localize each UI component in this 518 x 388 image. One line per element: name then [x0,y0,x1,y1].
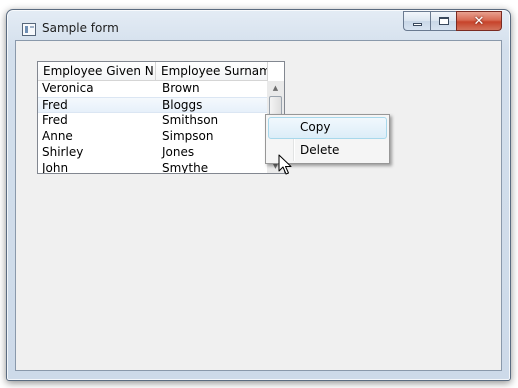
surname-cell[interactable]: Bloggs [156,98,268,112]
surname-cell[interactable]: Jones [156,145,268,161]
maximize-button[interactable] [430,11,456,31]
app-window: Sample form ✕ Employee Given N... Employ… [6,9,511,381]
form-client-area: Employee Given N... Employee Surname Ver… [15,40,502,371]
column-header-given-name[interactable]: Employee Given N... [38,62,156,81]
title-bar[interactable]: Sample form ✕ [7,10,510,40]
surname-cell[interactable]: Simpson [156,129,268,145]
maximize-icon [438,17,449,25]
form-icon[interactable] [22,23,36,36]
grid-header: Employee Given N... Employee Surname [38,62,268,81]
given-name-cell[interactable]: Fred [38,113,156,129]
window-title: Sample form [42,21,119,35]
given-name-cell[interactable]: John [38,161,156,173]
close-button[interactable]: ✕ [456,11,502,31]
mouse-pointer-icon [278,154,292,175]
table-row-selected[interactable]: Fred Bloggs [38,97,268,113]
table-row[interactable]: Shirley Jones [38,145,268,161]
grid-rows: Veronica Brown Fred Bloggs Fred Smithson… [38,81,268,173]
given-name-cell[interactable]: Shirley [38,145,156,161]
surname-cell[interactable]: Smithson [156,113,268,129]
caption-buttons: ✕ [403,11,502,32]
surname-cell[interactable]: Smythe [156,161,268,173]
menu-item-copy[interactable]: Copy [268,117,387,139]
table-row[interactable]: Anne Simpson [38,129,268,145]
surname-cell[interactable]: Brown [156,81,268,97]
table-row[interactable]: John Smythe [38,161,268,173]
close-icon: ✕ [473,13,485,29]
given-name-cell[interactable]: Fred [38,98,156,112]
given-name-cell[interactable]: Anne [38,129,156,145]
table-row[interactable]: Fred Smithson [38,113,268,129]
minimize-button[interactable] [403,11,430,31]
table-row[interactable]: Veronica Brown [38,81,268,97]
employee-grid[interactable]: Employee Given N... Employee Surname Ver… [37,61,285,174]
scroll-up-icon[interactable]: ▲ [267,81,284,95]
column-header-surname[interactable]: Employee Surname [156,62,268,81]
minimize-icon [412,22,422,26]
given-name-cell[interactable]: Veronica [38,81,156,97]
